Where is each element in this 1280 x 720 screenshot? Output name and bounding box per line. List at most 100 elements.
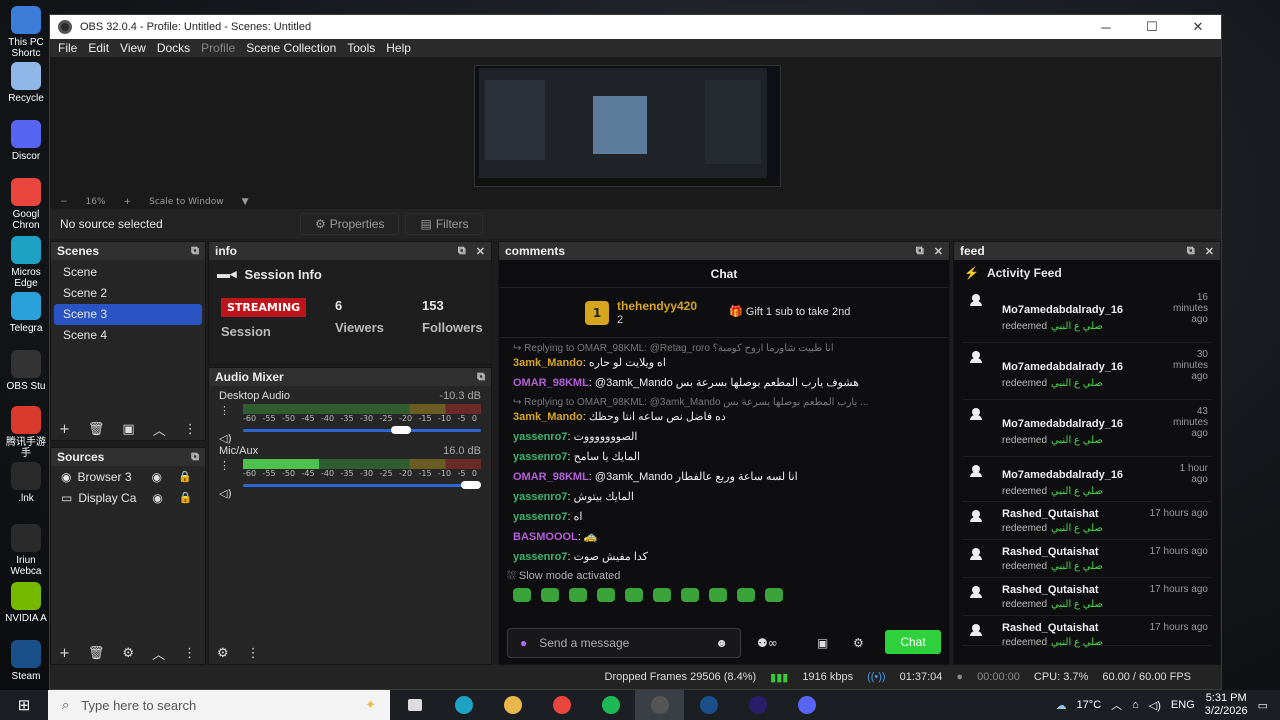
taskbar-app[interactable] <box>733 690 782 720</box>
scene-filters-icon[interactable]: ▣ <box>122 422 134 437</box>
feed-username[interactable]: Rashed_Qutaishat <box>1002 546 1099 558</box>
menu-view[interactable]: View <box>120 41 146 55</box>
notifications-icon[interactable]: ▭ <box>1258 699 1268 712</box>
chat-settings-icon[interactable]: ⚙ <box>853 636 864 650</box>
taskbar-app[interactable] <box>684 690 733 720</box>
visibility-eye-icon[interactable]: ◉ <box>151 470 161 484</box>
chat-username[interactable]: 3amk_Mando <box>513 411 583 423</box>
desktop-shortcut[interactable]: Googl Chron <box>0 178 52 231</box>
undock-icon[interactable]: ⧉ <box>191 451 199 464</box>
chat-username[interactable]: 3amk_Mando <box>513 357 583 369</box>
taskbar-app[interactable] <box>782 690 831 720</box>
desktop-shortcut[interactable]: Telegra <box>0 292 52 334</box>
volume-slider[interactable] <box>243 480 481 490</box>
undock-icon[interactable]: ⧉ <box>458 245 466 258</box>
windows-start-icon[interactable]: ⊞ <box>0 696 48 714</box>
emote-icon[interactable] <box>513 588 531 602</box>
taskbar-app[interactable] <box>439 690 488 720</box>
emoji-icon[interactable]: ☻ <box>715 636 728 650</box>
visibility-eye-icon[interactable]: ◉ <box>152 491 162 505</box>
menu-docks[interactable]: Docks <box>157 41 190 55</box>
undock-icon[interactable]: ⧉ <box>1187 245 1195 258</box>
emote-icon[interactable] <box>765 588 783 602</box>
minimize-button[interactable]: ─ <box>1083 20 1129 35</box>
scene-item[interactable]: Scene 3 <box>54 304 202 325</box>
chat-username[interactable]: OMAR_98KML <box>513 377 589 389</box>
desktop-shortcut[interactable]: OBS Stu <box>0 350 52 392</box>
move-up-icon[interactable]: ︿ <box>153 420 166 439</box>
mixer-settings-icon[interactable]: ⚙ <box>217 646 229 661</box>
source-item[interactable]: ▭ Display Ca ◉ 🔒 <box>51 487 205 508</box>
properties-button[interactable]: ⚙ Properties <box>300 213 400 235</box>
scene-item[interactable]: Scene 2 <box>54 283 202 304</box>
move-up-icon[interactable]: ︿ <box>152 644 165 663</box>
maximize-button[interactable]: ☐ <box>1129 19 1175 35</box>
emote-icon[interactable] <box>681 588 699 602</box>
emote-icon[interactable] <box>569 588 587 602</box>
participants-icon[interactable]: ⚉∞ <box>757 636 778 650</box>
volume-slider[interactable] <box>243 425 481 435</box>
close-icon[interactable]: ✕ <box>1205 245 1214 258</box>
chat-username[interactable]: yassenro7 <box>513 511 567 523</box>
remove-scene-icon[interactable]: 🗑 <box>88 422 105 437</box>
desktop-shortcut[interactable]: Micros Edge <box>0 236 52 289</box>
close-icon[interactable]: ✕ <box>934 245 943 258</box>
chat-input[interactable]: ● Send a message ☻ <box>507 628 741 658</box>
channel-menu-icon[interactable]: ⋮ <box>219 459 230 472</box>
close-icon[interactable]: ✕ <box>476 245 485 258</box>
feed-username[interactable]: Mo7amedabdalrady_16 <box>1002 304 1123 316</box>
slider-knob[interactable] <box>461 481 481 489</box>
feed-username[interactable]: Rashed_Qutaishat <box>1002 622 1099 634</box>
menu-tools[interactable]: Tools <box>347 41 375 55</box>
scene-item[interactable]: Scene <box>54 262 202 283</box>
more-menu-icon[interactable]: ⋮ <box>184 422 197 437</box>
language-indicator[interactable]: ENG <box>1171 699 1195 711</box>
taskbar-app[interactable] <box>635 690 684 720</box>
menu-file[interactable]: File <box>58 41 77 55</box>
desktop-shortcut[interactable]: Recycle <box>0 62 52 104</box>
zoom-out-button[interactable]: − <box>60 197 68 207</box>
taskbar-app[interactable] <box>488 690 537 720</box>
menu-edit[interactable]: Edit <box>88 41 109 55</box>
add-scene-icon[interactable]: + <box>59 422 70 437</box>
taskbar-app[interactable] <box>390 690 439 720</box>
desktop-shortcut[interactable]: Discor <box>0 120 52 162</box>
chat-username[interactable]: yassenro7 <box>513 451 567 463</box>
emote-icon[interactable] <box>709 588 727 602</box>
chat-username[interactable]: yassenro7 <box>513 431 567 443</box>
more-menu-icon[interactable]: ⋮ <box>183 646 196 661</box>
desktop-shortcut[interactable]: 腾讯手游 手 <box>0 406 52 459</box>
source-settings-icon[interactable]: ⚙ <box>122 646 134 661</box>
undock-icon[interactable]: ⧉ <box>191 245 199 258</box>
filters-button[interactable]: ▤ Filters <box>405 213 484 235</box>
menu-profile[interactable]: Profile <box>201 41 235 55</box>
chat-username[interactable]: OMAR_98KML <box>513 471 589 483</box>
source-item[interactable]: ◉ Browser 3 ◉ 🔒 <box>51 466 205 487</box>
feed-username[interactable]: Mo7amedabdalrady_16 <box>1002 418 1123 430</box>
slider-knob[interactable] <box>391 426 412 434</box>
tray-expand-icon[interactable]: ︿ <box>1111 697 1122 713</box>
volume-icon[interactable]: ◁) <box>1149 699 1161 712</box>
speaker-icon[interactable]: ◁) <box>219 487 232 500</box>
scene-item[interactable]: Scene 4 <box>54 325 202 346</box>
emote-icon[interactable] <box>597 588 615 602</box>
menu-help[interactable]: Help <box>386 41 411 55</box>
lock-icon[interactable]: 🔒 <box>179 491 193 504</box>
desktop-shortcut[interactable]: .lnk <box>0 462 52 504</box>
desktop-shortcut[interactable]: Steam <box>0 640 52 682</box>
remove-source-icon[interactable]: 🗑 <box>88 646 105 661</box>
chat-username[interactable]: yassenro7 <box>513 491 567 503</box>
program-preview[interactable] <box>474 65 781 187</box>
feed-username[interactable]: Mo7amedabdalrady_16 <box>1002 469 1123 481</box>
chevron-down-icon[interactable]: ▼ <box>242 197 249 207</box>
chat-send-button[interactable]: Chat <box>885 630 941 654</box>
desktop-shortcut[interactable]: NVIDIA A <box>0 582 52 624</box>
add-source-icon[interactable]: + <box>59 646 70 661</box>
emote-icon[interactable] <box>653 588 671 602</box>
network-icon[interactable]: ⌂ <box>1132 699 1139 711</box>
zoom-in-button[interactable]: + <box>124 197 132 207</box>
desktop-shortcut[interactable]: Iriun Webca <box>0 524 52 577</box>
taskbar-search[interactable]: ⌕ Type here to search ✦ <box>48 690 390 720</box>
emote-icon[interactable] <box>737 588 755 602</box>
close-button[interactable]: ✕ <box>1175 19 1221 35</box>
